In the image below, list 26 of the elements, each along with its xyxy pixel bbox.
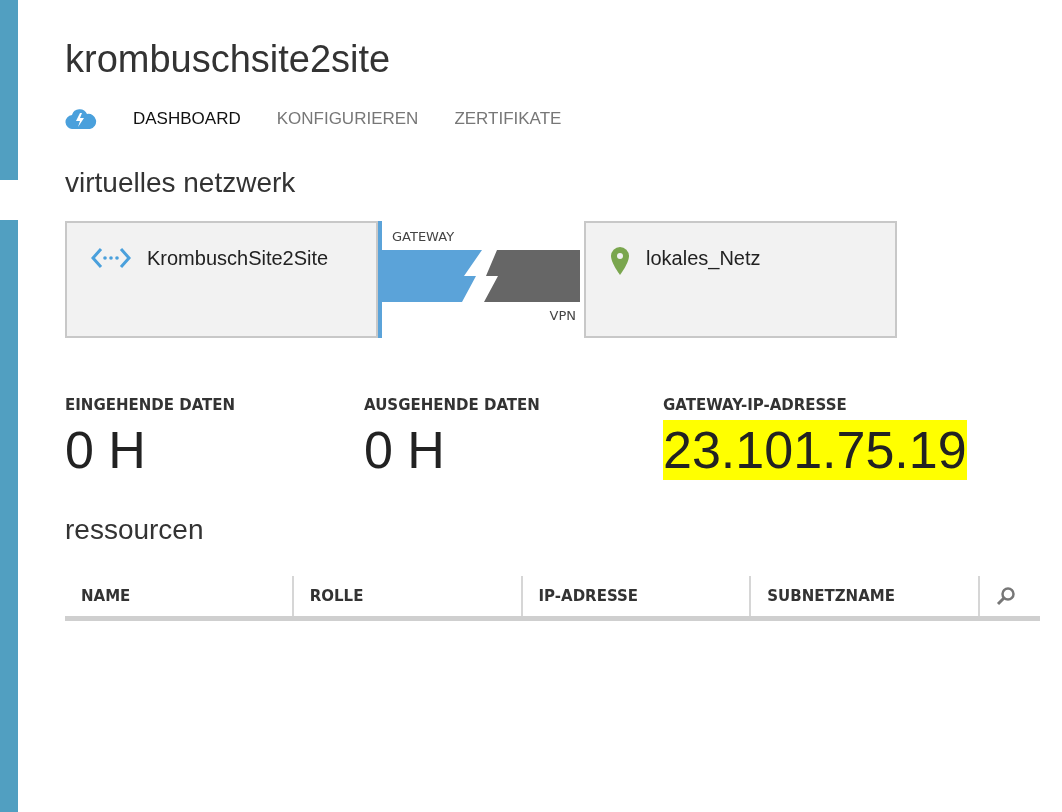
stat-value: 23.101.75.19 <box>663 420 967 480</box>
stat-label: AUSGEHENDE DATEN <box>364 396 541 414</box>
column-header[interactable]: SUBNETZNAME <box>749 576 978 616</box>
stat-label: EINGEHENDE DATEN <box>65 396 237 414</box>
map-pin-icon <box>610 247 630 275</box>
column-header[interactable]: IP-ADRESSE <box>520 576 750 616</box>
search-icon <box>996 586 1016 606</box>
network-node[interactable]: KrombuschSite2Site <box>65 221 378 338</box>
node-label: KrombuschSite2Site <box>147 247 329 270</box>
code-brackets-icon <box>91 247 131 269</box>
page-title: krombuschsite2site <box>65 38 392 81</box>
nav-tab[interactable]: DASHBOARD <box>133 109 241 129</box>
gateway-label: GATEWAY <box>392 229 455 244</box>
vpn-label: VPN <box>549 308 576 323</box>
stat-value: 0 H <box>65 420 146 480</box>
nav-tab[interactable]: ZERTIFIKATE <box>454 109 562 129</box>
column-header[interactable]: NAME <box>65 576 292 616</box>
section-heading: virtuelles netzwerk <box>65 167 297 199</box>
stat-value: 0 H <box>364 420 445 480</box>
column-header[interactable]: ROLLE <box>291 576 521 616</box>
cloud-bolt-icon <box>65 109 97 129</box>
network-node[interactable]: lokales_Netz <box>584 221 897 338</box>
section-heading: ressourcen <box>65 514 205 546</box>
node-label: lokales_Netz <box>646 247 761 270</box>
nav-tab[interactable]: KONFIGURIEREN <box>276 109 419 129</box>
stat-label: GATEWAY-IP-ADRESSE <box>663 396 848 414</box>
